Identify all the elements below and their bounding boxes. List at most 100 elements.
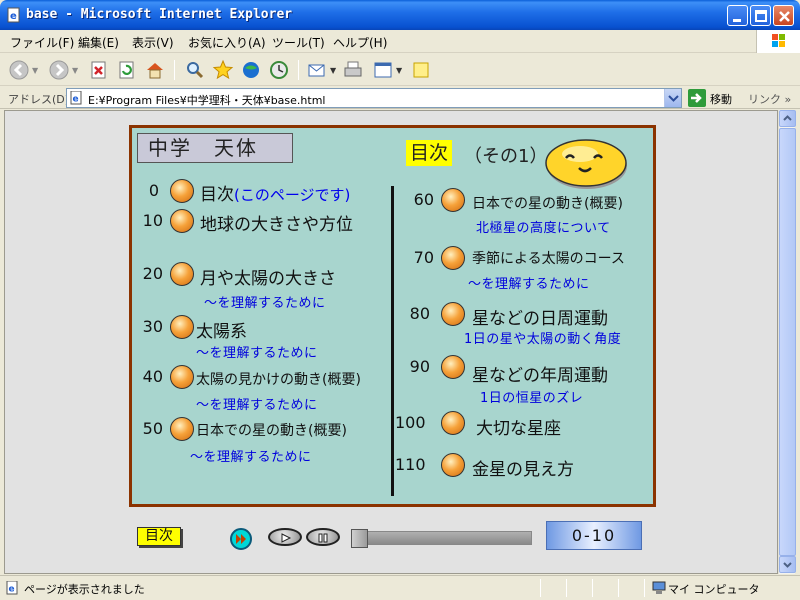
item-30-button[interactable] (165, 315, 194, 339)
item-number: 40 (142, 367, 163, 386)
pause-icon (318, 533, 328, 543)
item-90-subtitle: 1日の恒星のズレ (480, 391, 584, 406)
svg-text:e: e (73, 95, 79, 105)
forward-icon[interactable] (48, 59, 70, 81)
progress-slider-thumb[interactable] (351, 529, 368, 548)
edit-dropdown-icon[interactable]: ▼ (396, 66, 402, 75)
item-80-subtitle: 1日の星や太陽の動く角度 (464, 332, 622, 347)
refresh-icon[interactable] (116, 59, 138, 81)
item-110-button[interactable] (436, 453, 465, 477)
search-icon[interactable] (184, 59, 206, 81)
current-page-note: (このページです) (234, 186, 351, 204)
menu-favorites[interactable]: お気に入り(A) (188, 34, 266, 51)
mail-dropdown-icon[interactable]: ▼ (330, 66, 336, 75)
item-number: 110 (395, 455, 426, 474)
toc-button[interactable]: 目次 (137, 527, 181, 546)
progress-slider-track[interactable] (352, 531, 532, 545)
back-dropdown-icon[interactable]: ▼ (32, 66, 38, 75)
page-done-icon: e (6, 581, 18, 595)
forward-dropdown-icon[interactable]: ▼ (72, 66, 78, 75)
computer-zone-icon (652, 581, 666, 594)
item-40-subtitle: ～を理解するために (196, 398, 318, 413)
status-separator (592, 579, 593, 597)
links-button[interactable]: リンク » (748, 91, 791, 107)
item-100-title[interactable]: 大切な星座 (476, 414, 561, 439)
play-icon (281, 533, 292, 543)
svg-text:e: e (10, 11, 17, 22)
item-10-title[interactable]: 地球の大きさや方位 (200, 210, 353, 235)
scroll-up-button[interactable] (779, 110, 796, 127)
item-50-subtitle: ～を理解するために (190, 450, 312, 465)
scroll-down-button[interactable] (779, 556, 796, 573)
fast-forward-button[interactable] (230, 528, 252, 550)
menu-file[interactable]: ファイル(F) (10, 34, 74, 51)
menu-help[interactable]: ヘルプ(H) (333, 34, 387, 51)
item-number: 100 (395, 413, 426, 432)
menu-view[interactable]: 表示(V) (132, 34, 174, 51)
item-30-title[interactable]: 太陽系 (196, 317, 247, 342)
item-number: 30 (142, 317, 163, 336)
toolbar-separator (174, 60, 175, 80)
item-60-subtitle: 北極星の高度について (476, 221, 611, 236)
address-input[interactable]: e E:¥Program Files¥中学理科・天体¥base.html (66, 88, 682, 108)
back-icon[interactable] (8, 59, 30, 81)
menu-tools[interactable]: ツール(T) (272, 34, 325, 51)
pause-button[interactable] (306, 528, 340, 546)
scroll-thumb[interactable] (779, 128, 796, 556)
history-icon[interactable] (268, 59, 290, 81)
item-70-button[interactable] (436, 246, 465, 270)
smiley-face-icon (545, 139, 627, 189)
item-0-title: 目次 (200, 185, 234, 205)
status-separator (644, 579, 645, 597)
mail-icon[interactable] (306, 59, 328, 81)
status-separator (540, 579, 541, 597)
media-icon[interactable] (240, 59, 262, 81)
item-60-title[interactable]: 日本での星の動き(概要) (472, 193, 623, 213)
item-50-title[interactable]: 日本での星の動き(概要) (196, 420, 347, 440)
minimize-button[interactable] (727, 5, 748, 26)
item-40-button[interactable] (165, 365, 194, 389)
item-70-title[interactable]: 季節による太陽のコース (472, 248, 625, 268)
vertical-scrollbar[interactable] (778, 110, 796, 574)
favorites-icon[interactable] (212, 59, 234, 81)
item-number: 10 (142, 211, 163, 230)
item-title[interactable]: 目次(このページです) (200, 180, 350, 205)
address-dropdown-icon[interactable] (664, 89, 681, 107)
toolbar-separator (298, 60, 299, 80)
item-80-button[interactable] (436, 302, 465, 326)
content-panel: 中学 天体 目次 （その1） 0 目次(このページです) 10 地球の大きさや方… (129, 125, 656, 507)
stop-icon[interactable] (88, 59, 110, 81)
item-number: 70 (413, 248, 434, 267)
windows-logo-icon (756, 30, 800, 53)
address-label: アドレス(D) (8, 93, 70, 106)
item-60-button[interactable] (436, 188, 465, 212)
menu-edit[interactable]: 編集(E) (78, 34, 119, 51)
item-number: 0 (148, 181, 159, 200)
item-90-title[interactable]: 星などの年周運動 (472, 361, 608, 386)
menubar: ファイル(F) 編集(E) 表示(V) お気に入り(A) ツール(T) ヘルプ(… (0, 30, 800, 53)
go-button[interactable]: 移動 (688, 89, 740, 107)
item-20-button[interactable] (165, 262, 194, 286)
edit-icon[interactable] (372, 59, 394, 81)
close-button[interactable] (773, 5, 794, 26)
item-10-button[interactable] (165, 209, 194, 233)
print-icon[interactable] (342, 59, 364, 81)
item-number: 60 (413, 190, 434, 209)
item-40-title[interactable]: 太陽の見かけの動き(概要) (196, 369, 361, 389)
window-title: base - Microsoft Internet Explorer (26, 7, 293, 22)
item-50-button[interactable] (165, 417, 194, 441)
address-bar: アドレス(D) e E:¥Program Files¥中学理科・天体¥base.… (0, 87, 800, 109)
home-icon[interactable] (144, 59, 166, 81)
window-titlebar: e base - Microsoft Internet Explorer (0, 0, 800, 30)
item-90-button[interactable] (436, 355, 465, 379)
maximize-button[interactable] (750, 5, 771, 26)
item-110-title[interactable]: 金星の見え方 (472, 455, 574, 480)
item-100-button[interactable] (436, 411, 465, 435)
play-button[interactable] (268, 528, 302, 546)
item-30-subtitle: ～を理解するために (196, 346, 318, 361)
item-80-title[interactable]: 星などの日周運動 (472, 304, 608, 329)
item-number: 20 (142, 264, 163, 283)
discuss-icon[interactable] (410, 59, 432, 81)
item-20-title[interactable]: 月や太陽の大きさ (200, 264, 336, 289)
item-0-button[interactable] (165, 179, 194, 203)
